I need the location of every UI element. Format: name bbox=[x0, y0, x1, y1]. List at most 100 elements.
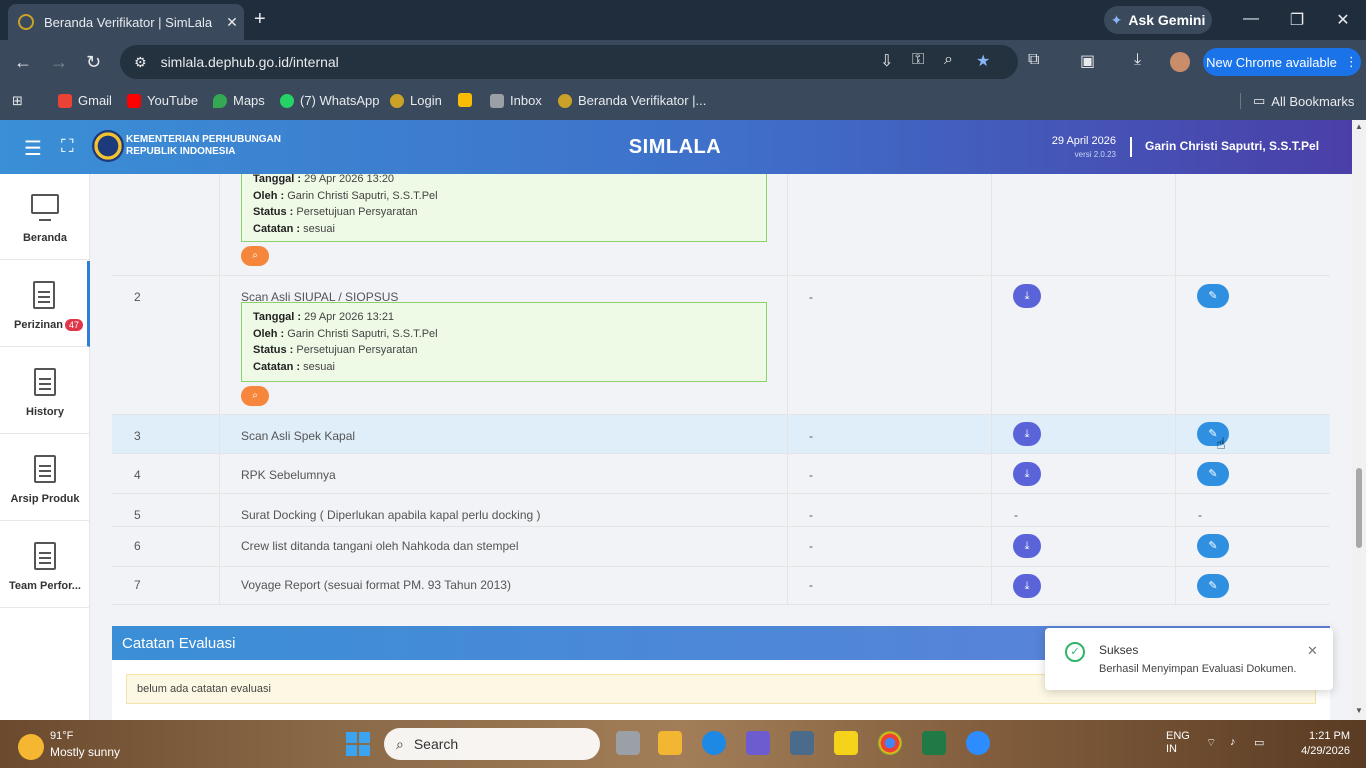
fullscreen-icon[interactable]: ⛶ bbox=[61, 136, 74, 157]
sticky-notes-icon[interactable] bbox=[834, 731, 858, 755]
minimize-icon[interactable]: — bbox=[1236, 10, 1266, 28]
new-chrome-available-button[interactable]: New Chrome available ⋮ bbox=[1203, 48, 1361, 76]
bookmark-login[interactable]: Login bbox=[390, 93, 442, 108]
window-close-icon[interactable]: ✕ bbox=[1328, 10, 1358, 30]
new-tab-button[interactable]: + bbox=[254, 8, 266, 31]
ministry-logo-icon bbox=[558, 93, 572, 108]
document-name: Crew list ditanda tangani oleh Nahkoda d… bbox=[220, 527, 788, 566]
label-catatan: Catatan : bbox=[253, 222, 301, 235]
row-number: 7 bbox=[112, 567, 220, 604]
edit-icon[interactable]: ✎ bbox=[1197, 284, 1229, 308]
windows-start-icon[interactable] bbox=[346, 732, 370, 756]
bookmark-label: YouTube bbox=[147, 93, 199, 108]
download-icon[interactable]: ⤓ bbox=[1013, 284, 1041, 308]
apps-grid-icon[interactable]: ⊞ bbox=[12, 93, 23, 109]
download-icon[interactable]: ⤓ bbox=[1013, 462, 1041, 486]
perizinan-count-badge: 47 bbox=[64, 319, 83, 331]
bookmark-inbox[interactable]: Inbox bbox=[490, 93, 542, 108]
forward-arrow-icon[interactable]: → bbox=[50, 52, 68, 73]
ministry-line-1: KEMENTERIAN PERHUBUNGAN bbox=[126, 134, 282, 145]
weather-temperature: 91°F bbox=[50, 730, 74, 742]
zoom-app-icon[interactable] bbox=[966, 731, 990, 755]
excel-icon[interactable] bbox=[922, 731, 946, 755]
download-cell: ⤓ bbox=[992, 567, 1176, 604]
password-key-icon[interactable]: ⚿ bbox=[912, 51, 924, 69]
bookmark-label: (7) WhatsApp bbox=[300, 93, 380, 108]
downloads-icon[interactable]: ⤓ bbox=[1134, 51, 1141, 69]
view-detail-search-icon[interactable]: ⌕ bbox=[241, 246, 269, 266]
extensions-icon[interactable]: ⧉ bbox=[1028, 51, 1039, 69]
document-name: RPK Sebelumnya bbox=[220, 454, 788, 493]
app-title: SIMLALA bbox=[628, 136, 722, 158]
note-cell: - bbox=[788, 494, 992, 526]
reload-icon[interactable]: ↻ bbox=[86, 52, 101, 73]
pinwheel-icon bbox=[458, 93, 472, 107]
language-indicator: ENG IN bbox=[1166, 730, 1190, 756]
edit-icon[interactable]: ✎ bbox=[1197, 534, 1229, 558]
bookmark-maps[interactable]: Maps bbox=[213, 93, 265, 108]
edge-icon[interactable] bbox=[702, 731, 726, 755]
edit-cell: ✎ bbox=[1176, 527, 1330, 566]
weather-condition: Mostly sunny bbox=[50, 745, 121, 759]
copilot-icon[interactable] bbox=[746, 731, 770, 755]
ask-gemini-button[interactable]: ✦ Ask Gemini bbox=[1104, 6, 1212, 34]
app-version: versi 2.0.23 bbox=[1074, 150, 1116, 159]
bookmark-whatsapp[interactable]: (7) WhatsApp bbox=[280, 93, 379, 108]
taskbar-clock[interactable]: 1:21 PM 4/29/2026 bbox=[1290, 729, 1350, 759]
chrome-icon[interactable] bbox=[878, 731, 902, 755]
download-cell: ⤓ bbox=[992, 276, 1176, 414]
page-scrollbar[interactable]: ▲ ▼ bbox=[1352, 120, 1366, 720]
sidebar-item-history[interactable]: History bbox=[0, 348, 90, 434]
site-settings-icon[interactable]: ⚙ bbox=[134, 54, 147, 71]
toast-close-icon[interactable]: ✕ bbox=[1307, 643, 1318, 659]
scrollbar-thumb[interactable] bbox=[1356, 468, 1362, 548]
note-cell: - bbox=[788, 567, 992, 604]
bookmark-star-icon[interactable]: ★ bbox=[976, 51, 990, 71]
sidebar-item-perizinan[interactable]: Perizinan 47 bbox=[0, 261, 90, 347]
edit-icon[interactable]: ✎ bbox=[1197, 462, 1229, 486]
hamburger-menu-icon[interactable]: ☰ bbox=[24, 136, 42, 161]
document-name: Surat Docking ( Diperlukan apabila kapal… bbox=[220, 494, 788, 526]
camera-icon[interactable] bbox=[790, 731, 814, 755]
label-status: Status : bbox=[253, 344, 294, 356]
file-explorer-icon[interactable] bbox=[658, 731, 682, 755]
install-app-icon[interactable]: ⇩ bbox=[880, 51, 893, 71]
bookmark-photos[interactable] bbox=[458, 93, 472, 107]
download-icon[interactable]: ⤓ bbox=[1013, 534, 1041, 558]
sidebar-item-arsip-produk[interactable]: Arsip Produk bbox=[0, 435, 90, 521]
view-detail-search-icon[interactable]: ⌕ bbox=[241, 386, 269, 406]
task-view-icon[interactable] bbox=[616, 731, 640, 755]
label-status: Status : bbox=[253, 206, 294, 218]
tab-search-icon[interactable]: ▣ bbox=[1080, 51, 1095, 71]
gmail-icon bbox=[58, 93, 72, 108]
user-name[interactable]: Garin Christi Saputri, S.S.T.Pel bbox=[1145, 139, 1319, 153]
table-row: 6 Crew list ditanda tangani oleh Nahkoda… bbox=[112, 527, 1330, 567]
scroll-down-icon[interactable]: ▼ bbox=[1355, 706, 1363, 715]
taskbar-search[interactable]: ⌕ Search bbox=[384, 728, 600, 760]
zoom-icon[interactable]: ⌕ bbox=[944, 51, 953, 69]
table-row: 5 Surat Docking ( Diperlukan apabila kap… bbox=[112, 494, 1330, 527]
label-tanggal: Tanggal : bbox=[253, 311, 302, 323]
back-arrow-icon[interactable]: ← bbox=[14, 52, 32, 73]
maximize-icon[interactable]: ❐ bbox=[1282, 10, 1312, 30]
browser-tab-strip: Beranda Verifikator | SimLala ✕ + ✦ Ask … bbox=[0, 0, 1366, 40]
download-icon[interactable]: ⤓ bbox=[1013, 422, 1041, 446]
profile-avatar[interactable] bbox=[1170, 52, 1190, 72]
tab-close-icon[interactable]: ✕ bbox=[220, 14, 244, 31]
bookmark-gmail[interactable]: Gmail bbox=[58, 93, 112, 108]
ask-gemini-label: Ask Gemini bbox=[1128, 12, 1206, 28]
browser-tab[interactable]: Beranda Verifikator | SimLala ✕ bbox=[8, 4, 244, 40]
all-bookmarks-label: All Bookmarks bbox=[1271, 93, 1355, 109]
all-bookmarks[interactable]: ▭ All Bookmarks bbox=[1240, 93, 1354, 109]
note-cell: - bbox=[788, 527, 992, 566]
row-number: 3 bbox=[112, 415, 220, 453]
bookmark-beranda-verifikator[interactable]: Beranda Verifikator |... bbox=[558, 93, 706, 108]
scroll-up-icon[interactable]: ▲ bbox=[1355, 122, 1363, 131]
sidebar-item-team-performance[interactable]: Team Perfor... bbox=[0, 522, 90, 608]
download-icon[interactable]: ⤓ bbox=[1013, 574, 1041, 598]
sidebar-item-beranda[interactable]: Beranda bbox=[0, 174, 90, 260]
table-row: 4 RPK Sebelumnya - ⤓ ✎ bbox=[112, 454, 1330, 494]
mail-icon bbox=[490, 93, 504, 108]
edit-icon[interactable]: ✎ bbox=[1197, 574, 1229, 598]
bookmark-youtube[interactable]: YouTube bbox=[127, 93, 198, 108]
